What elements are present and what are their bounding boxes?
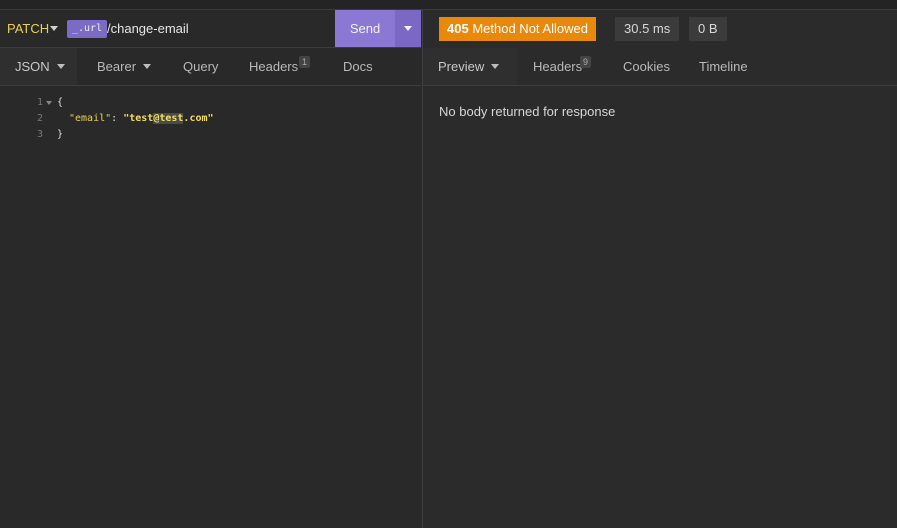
send-options-button[interactable] xyxy=(395,10,421,47)
tab-headers[interactable]: Headers xyxy=(249,48,298,85)
line-number: 3 xyxy=(36,129,43,140)
tab-query[interactable]: Query xyxy=(183,48,218,85)
json-value: .com" xyxy=(183,113,214,124)
fold-arrow-icon[interactable] xyxy=(46,101,52,105)
tab-auth-bearer[interactable]: Bearer xyxy=(97,48,152,85)
code-text: } xyxy=(57,129,64,140)
tab-label: Bearer xyxy=(97,59,137,74)
status-badge: 405 Method Not Allowed xyxy=(439,17,596,41)
tab-docs[interactable]: Docs xyxy=(343,48,373,85)
chevron-down-icon xyxy=(143,64,152,69)
response-size: 0 B xyxy=(689,17,727,41)
code-text: { xyxy=(57,97,64,108)
code-text: "email": "test@test.com" xyxy=(69,111,214,127)
selected-text: @test xyxy=(153,113,184,124)
tab-label: Cookies xyxy=(623,59,670,74)
tab-label: Query xyxy=(183,59,219,74)
response-time: 30.5 ms xyxy=(615,17,680,41)
chevron-down-icon[interactable] xyxy=(50,26,58,31)
chevron-down-icon xyxy=(404,26,412,31)
window-top-strip xyxy=(0,0,897,10)
send-button[interactable]: Send xyxy=(335,10,395,47)
response-pane: 405 Method Not Allowed 30.5 ms 0 B Previ… xyxy=(422,10,897,528)
method-selector[interactable]: PATCH xyxy=(7,21,49,36)
url-bar: PATCH _.url /change-email Send xyxy=(0,10,421,48)
line-number: 1 xyxy=(36,97,43,108)
tab-label: Headers xyxy=(533,59,583,74)
chevron-down-icon xyxy=(491,64,500,69)
json-separator: : xyxy=(111,113,124,124)
url-input[interactable]: /change-email xyxy=(107,21,189,36)
json-value: "test xyxy=(123,113,154,124)
empty-response-message: No body returned for response xyxy=(439,104,616,119)
headers-count-badge: 9 xyxy=(580,56,592,68)
tab-label: Timeline xyxy=(699,59,748,74)
tab-label: Docs xyxy=(343,59,373,74)
tab-label: JSON xyxy=(15,59,50,74)
line-number: 2 xyxy=(36,113,43,124)
url-variable-tag[interactable]: _.url xyxy=(67,20,108,38)
json-key: "email" xyxy=(69,113,112,124)
request-pane: PATCH _.url /change-email Send JSON Bear… xyxy=(0,10,421,528)
tab-preview[interactable]: Preview xyxy=(423,48,517,85)
tab-cookies[interactable]: Cookies xyxy=(623,48,670,85)
headers-count-badge: 1 xyxy=(299,56,311,68)
status-text: Method Not Allowed xyxy=(472,21,588,36)
tab-timeline[interactable]: Timeline xyxy=(699,48,748,85)
tab-response-headers[interactable]: Headers xyxy=(533,48,582,85)
chevron-down-icon xyxy=(56,64,65,69)
tab-label: Preview xyxy=(438,59,485,74)
tab-body-json[interactable]: JSON xyxy=(0,48,77,85)
tab-label: Headers xyxy=(249,59,299,74)
status-code: 405 xyxy=(447,21,469,36)
request-tabs: JSON Bearer Query Headers 1 Docs xyxy=(0,48,421,86)
response-tabs: Preview Headers 9 Cookies Timeline xyxy=(423,48,897,86)
